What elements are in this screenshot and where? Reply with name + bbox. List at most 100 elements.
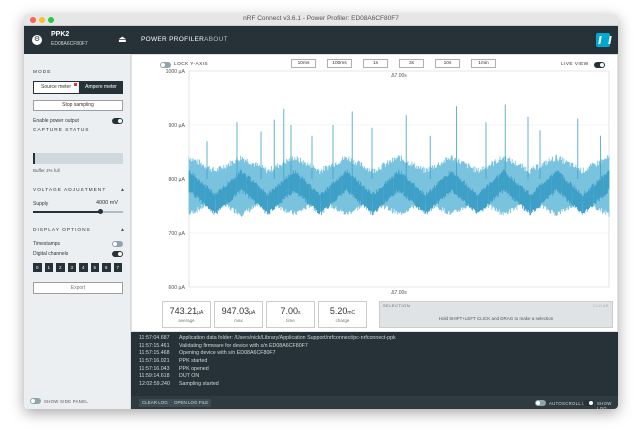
capture-section-title: CAPTURE STATUS (33, 128, 90, 133)
y-tick-label: 1000 µA (166, 69, 186, 75)
log-entry: 11:57:15.468 Opening device with s/n ED08… (131, 350, 618, 358)
device-name[interactable]: PPK2 (51, 31, 69, 38)
mode-selector: Source meter Ampere meter (33, 81, 123, 94)
voltage-section-title: VOLTAGE ADJUSTMENT (33, 188, 107, 193)
log-entry-time: 11:59:14.618 (139, 373, 170, 380)
current-chart[interactable]: 1000 µA 900 µA 800 µA 700 µA 600 µA Δ7.00s Δ7.… (131, 68, 618, 308)
power-output-toggle[interactable] (112, 118, 123, 124)
usb-device-icon[interactable]: ⚙ (32, 35, 42, 45)
log-entry-message: DUT ON (179, 373, 200, 380)
window-title: nRF Connect v3.6.1 - Power Profiler: ED0… (243, 15, 399, 22)
log-entry: 11:57:16.021 PPK started (131, 358, 618, 366)
window-100ms-button[interactable]: 100ms (327, 59, 352, 68)
buffer-progress-fill (33, 153, 35, 164)
stat-average-unit: µA (197, 310, 204, 316)
window-1min-button[interactable]: 1min (471, 59, 496, 68)
stat-time-value: 7.00 (280, 306, 299, 316)
digital-channel-button[interactable]: 3 (67, 263, 76, 272)
log-entry: 11:57:15.461 Validating firmware for devi… (131, 343, 618, 351)
y-tick-label: 800 µA (168, 177, 185, 183)
title-bar: nRF Connect v3.6.1 - Power Profiler: ED0… (24, 14, 618, 26)
log-footer: CLEAR LOG OPEN LOG FILE AUTOSCROLL LOG S… (131, 396, 618, 409)
selection-hint: Hold SHIFT+LEFT CLICK and DRAG to make a… (438, 316, 554, 321)
digital-channels-toggle[interactable] (112, 251, 123, 257)
stat-average: 743.21µA average (162, 301, 211, 328)
stat-max-unit: µA (249, 310, 256, 316)
log-entry: 11:59:14.618 DUT ON (131, 373, 618, 381)
window-10s-button[interactable]: 10s (435, 59, 460, 68)
x-range-label: Δ7.00s (391, 290, 407, 296)
digital-channel-button[interactable]: 1 (44, 263, 53, 272)
log-entry-time: 11:57:16.021 (139, 358, 170, 365)
supply-label: Supply (33, 201, 49, 207)
log-entry: 11:57:04.687 Application data folder: /Us… (131, 335, 618, 343)
log-entry-message: Validating firmware for device with s/n … (179, 342, 308, 349)
supply-slider-fill (33, 211, 101, 213)
power-output-label: Enable power output (33, 118, 79, 124)
supply-slider-handle[interactable] (98, 209, 103, 214)
log-entry: 12:02:59.240 Sampling started (131, 381, 618, 389)
digital-channel-button[interactable]: 2 (56, 263, 65, 272)
eject-icon[interactable]: ⏏ (118, 34, 127, 45)
stat-time-label: time (286, 318, 295, 323)
digital-channel-button[interactable]: 7 (113, 263, 122, 272)
stat-charge-unit: mC (347, 310, 356, 316)
mode-section-title: MODE (33, 70, 52, 75)
stat-max-value: 947.03 (221, 306, 250, 316)
log-panel[interactable]: 11:57:04.687 Application data folder: /Us… (131, 332, 618, 396)
nordic-logo (596, 33, 610, 47)
stat-time-unit: s (298, 310, 301, 316)
stat-charge: 5.20mC charge (318, 301, 367, 328)
window-3s-button[interactable]: 3s (399, 59, 424, 68)
digital-channels-label: Digital channels (33, 251, 69, 257)
log-entry-time: 12:02:59.240 (139, 381, 170, 388)
autoscroll-toggle[interactable] (535, 400, 546, 406)
digital-channel-button[interactable]: 4 (79, 263, 88, 272)
x-range-label: Δ7.00s (391, 73, 407, 79)
digital-channel-button[interactable]: 0 (33, 263, 42, 272)
buffer-progress-bar (33, 153, 123, 164)
stat-max-label: max (234, 318, 243, 323)
selection-panel[interactable]: SELECTION CLEAR Hold SHIFT+LEFT CLICK an… (379, 301, 613, 328)
show-side-panel-toggle[interactable] (30, 398, 41, 404)
stop-sampling-button[interactable]: Stop sampling (33, 100, 123, 111)
y-tick-label: 700 µA (168, 231, 185, 237)
chevron-up-icon[interactable]: ▲ (120, 227, 125, 233)
side-panel: MODE Source meter Ampere meter Stop samp… (24, 54, 131, 409)
y-tick-label: 600 µA (168, 285, 185, 291)
show-log-label: SHOW LOG (597, 401, 612, 409)
app-window: nRF Connect v3.6.1 - Power Profiler: ED0… (24, 14, 618, 409)
clear-selection-button[interactable]: CLEAR (593, 303, 609, 308)
y-tick-label: 900 µA (168, 123, 185, 129)
chevron-up-icon[interactable]: ▲ (120, 187, 125, 193)
supply-value: 4000 mV (96, 200, 119, 206)
export-button[interactable]: Export (33, 282, 123, 294)
stat-average-value: 743.21 (169, 306, 198, 316)
app-header: ⚙ PPK2 ED08A6CF80F7 ⏏ POWER PROFILER ABO… (24, 26, 618, 54)
show-log-toggle[interactable] (583, 400, 594, 406)
timestamps-label: Timestamps (33, 241, 61, 247)
supply-slider[interactable] (33, 211, 123, 213)
ampere-meter-button[interactable]: Ampere meter (79, 82, 123, 93)
open-log-file-button[interactable]: OPEN LOG FILE (171, 399, 212, 407)
live-view-label: LIVE VIEW (561, 62, 589, 67)
log-entry-message: Sampling started (179, 381, 219, 388)
clear-log-button[interactable]: CLEAR LOG (139, 399, 171, 407)
stat-charge-label: charge (335, 318, 350, 323)
tab-power-profiler[interactable]: POWER PROFILER (141, 36, 204, 43)
digital-channel-button[interactable]: 5 (90, 263, 99, 272)
tab-about[interactable]: ABOUT (204, 36, 228, 43)
buffer-status: Buffer 2% full (33, 168, 60, 173)
digital-channel-button[interactable]: 6 (102, 263, 111, 272)
timestamps-toggle[interactable] (112, 241, 123, 247)
chart-area: LOCK Y-AXIS 10ms 100ms 1s 3s 10s 1min LIVE VI… (131, 54, 618, 332)
log-entry-time: 11:57:15.468 (139, 350, 170, 357)
source-meter-button[interactable]: Source meter (34, 82, 78, 93)
window-1s-button[interactable]: 1s (363, 59, 388, 68)
display-section-title: DISPLAY OPTIONS (33, 228, 91, 233)
log-entry-time: 11:57:16.043 (139, 365, 170, 372)
window-10ms-button[interactable]: 10ms (291, 59, 316, 68)
stat-average-label: average (178, 318, 195, 323)
stat-max: 947.03µA max (214, 301, 263, 328)
log-entry-time: 11:57:04.687 (139, 335, 170, 341)
